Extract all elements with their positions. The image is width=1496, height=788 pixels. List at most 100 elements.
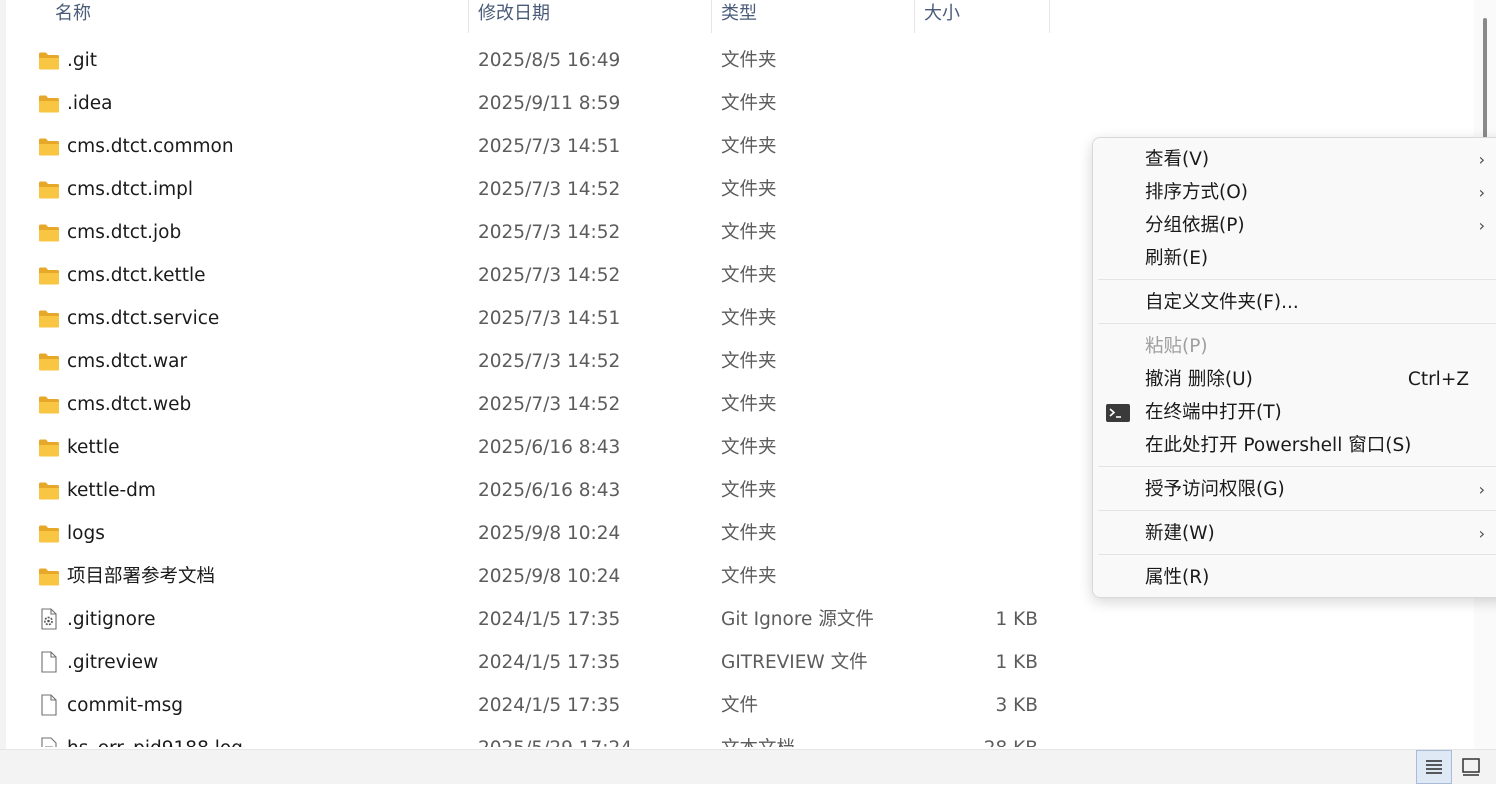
chevron-right-icon: › — [1478, 480, 1485, 499]
menu-item-label: 排序方式(O) — [1145, 182, 1248, 203]
file-type: 文件 — [721, 695, 759, 716]
file-row[interactable]: kettle-dm 2025/6/16 8:43 文件夹 — [0, 469, 1060, 512]
menu-separator — [1098, 554, 1496, 555]
file-size: 1 KB — [995, 652, 1038, 673]
gear-file-icon — [38, 608, 60, 630]
column-header-size[interactable]: 大小 — [914, 0, 1049, 33]
file-row[interactable]: .gitignore 2024/1/5 17:35 Git Ignore 源文件 1 … — [0, 598, 1060, 641]
column-header-name[interactable]: 名称 — [45, 0, 468, 33]
file-date: 2025/9/8 10:24 — [478, 566, 621, 587]
folder-icon — [38, 352, 60, 372]
folder-icon — [38, 567, 60, 587]
file-date: 2025/6/16 8:43 — [478, 437, 621, 458]
file-row[interactable]: logs 2025/9/8 10:24 文件夹 — [0, 512, 1060, 555]
file-date: 2025/9/8 10:24 — [478, 523, 621, 544]
file-date: 2025/7/3 14:52 — [478, 351, 621, 372]
file-row[interactable]: cms.dtct.web 2025/7/3 14:52 文件夹 — [0, 383, 1060, 426]
file-name: cms.dtct.kettle — [67, 265, 206, 286]
large-icons-view-button[interactable] — [1458, 750, 1492, 784]
scrollbar-thumb[interactable] — [1483, 18, 1487, 138]
file-type: 文件夹 — [721, 480, 777, 501]
menu-item-label: 新建(W) — [1145, 523, 1215, 544]
menu-item-label: 属性(R) — [1145, 567, 1210, 588]
file-row[interactable]: cms.dtct.service 2025/7/3 14:51 文件夹 — [0, 297, 1060, 340]
menu-item-customize-folder[interactable]: 自定义文件夹(F)... — [1093, 286, 1496, 319]
file-name: 项目部署参考文档 — [67, 566, 216, 587]
file-date: 2025/7/3 14:52 — [478, 394, 621, 415]
file-row[interactable]: cms.dtct.impl 2025/7/3 14:52 文件夹 — [0, 168, 1060, 211]
file-row[interactable]: kettle 2025/6/16 8:43 文件夹 — [0, 426, 1060, 469]
file-name: hs_err_pid9188.log — [67, 727, 243, 747]
menu-item-group-by[interactable]: 分组依据(P) › — [1093, 209, 1496, 242]
column-header-type[interactable]: 类型 — [711, 0, 914, 33]
folder-icon — [38, 51, 60, 71]
menu-separator — [1098, 466, 1496, 467]
file-row[interactable]: commit-msg 2024/1/5 17:35 文件 3 KB — [0, 684, 1060, 727]
file-row[interactable]: .gitreview 2024/1/5 17:35 GITREVIEW 文件 1 KB — [0, 641, 1060, 684]
file-type: 文件夹 — [721, 50, 777, 71]
file-name: cms.dtct.common — [67, 136, 234, 157]
menu-item-new[interactable]: 新建(W) › — [1093, 517, 1496, 550]
file-size: 28 KB — [984, 727, 1038, 747]
file-size: 1 KB — [995, 609, 1038, 630]
menu-item-label: 授予访问权限(G) — [1145, 479, 1285, 500]
file-type: Git Ignore 源文件 — [721, 609, 874, 630]
column-divider[interactable] — [1049, 0, 1050, 33]
file-name: .gitignore — [67, 609, 156, 630]
list-view-icon — [1426, 760, 1442, 774]
menu-item-give-access[interactable]: 授予访问权限(G) › — [1093, 473, 1496, 506]
menu-item-paste: 粘贴(P) — [1093, 330, 1496, 363]
menu-separator — [1098, 279, 1496, 280]
menu-item-view[interactable]: 查看(V) › — [1093, 143, 1496, 176]
file-name: cms.dtct.web — [67, 394, 192, 415]
file-row[interactable]: cms.dtct.kettle 2025/7/3 14:52 文件夹 — [0, 254, 1060, 297]
chevron-right-icon: › — [1478, 150, 1485, 169]
chevron-right-icon: › — [1478, 216, 1485, 235]
context-menu: 查看(V) › 排序方式(O) › 分组依据(P) › 刷新(E) 自定义文件夹… — [1092, 137, 1496, 598]
menu-item-label: 粘贴(P) — [1145, 336, 1208, 357]
file-type: 文件夹 — [721, 566, 777, 587]
folder-icon — [38, 94, 60, 114]
status-bar — [0, 749, 1496, 784]
column-header: 名称 修改日期 类型 大小 — [0, 0, 1470, 33]
folder-icon — [38, 481, 60, 501]
file-name: .gitreview — [67, 652, 159, 673]
menu-item-properties[interactable]: 属性(R) — [1093, 561, 1496, 594]
file-date: 2024/1/5 17:35 — [478, 695, 621, 716]
folder-icon — [38, 223, 60, 243]
file-type: 文件夹 — [721, 136, 777, 157]
menu-item-open-powershell[interactable]: 在此处打开 Powershell 窗口(S) — [1093, 429, 1496, 462]
file-type: 文件夹 — [721, 437, 777, 458]
file-row[interactable]: .git 2025/8/5 16:49 文件夹 — [0, 39, 1060, 82]
file-name: cms.dtct.impl — [67, 179, 194, 200]
file-row[interactable]: hs_err_pid9188.log 2025/5/29 17:24 文本文档 28 … — [0, 727, 1060, 747]
file-date: 2025/6/16 8:43 — [478, 480, 621, 501]
file-date: 2025/7/3 14:51 — [478, 308, 621, 329]
details-view-button[interactable] — [1416, 750, 1452, 784]
menu-separator — [1098, 323, 1496, 324]
file-row[interactable]: .idea 2025/9/11 8:59 文件夹 — [0, 82, 1060, 125]
file-name: cms.dtct.service — [67, 308, 220, 329]
menu-item-label: 刷新(E) — [1145, 248, 1209, 269]
file-row[interactable]: cms.dtct.common 2025/7/3 14:51 文件夹 — [0, 125, 1060, 168]
chevron-right-icon: › — [1478, 524, 1485, 543]
file-type: 文件夹 — [721, 179, 777, 200]
menu-item-refresh[interactable]: 刷新(E) — [1093, 242, 1496, 275]
shortcut-label: Ctrl+Z — [1407, 369, 1469, 390]
tile-view-icon — [1462, 758, 1480, 776]
file-row[interactable]: cms.dtct.war 2025/7/3 14:52 文件夹 — [0, 340, 1060, 383]
file-name: .git — [67, 50, 98, 71]
file-name: commit-msg — [67, 695, 184, 716]
file-icon — [38, 694, 60, 716]
menu-item-sort-by[interactable]: 排序方式(O) › — [1093, 176, 1496, 209]
file-row[interactable]: cms.dtct.job 2025/7/3 14:52 文件夹 — [0, 211, 1060, 254]
file-name: cms.dtct.job — [67, 222, 182, 243]
menu-item-open-in-terminal[interactable]: 在终端中打开(T) — [1093, 396, 1496, 429]
file-date: 2025/7/3 14:52 — [478, 179, 621, 200]
menu-item-label: 自定义文件夹(F)... — [1145, 292, 1299, 313]
chevron-right-icon: › — [1478, 183, 1485, 202]
file-type: GITREVIEW 文件 — [721, 652, 868, 673]
column-header-date[interactable]: 修改日期 — [468, 0, 711, 33]
menu-item-undo-delete[interactable]: 撤消 删除(U) Ctrl+Z — [1093, 363, 1496, 396]
file-row[interactable]: 项目部署参考文档 2025/9/8 10:24 文件夹 — [0, 555, 1060, 598]
